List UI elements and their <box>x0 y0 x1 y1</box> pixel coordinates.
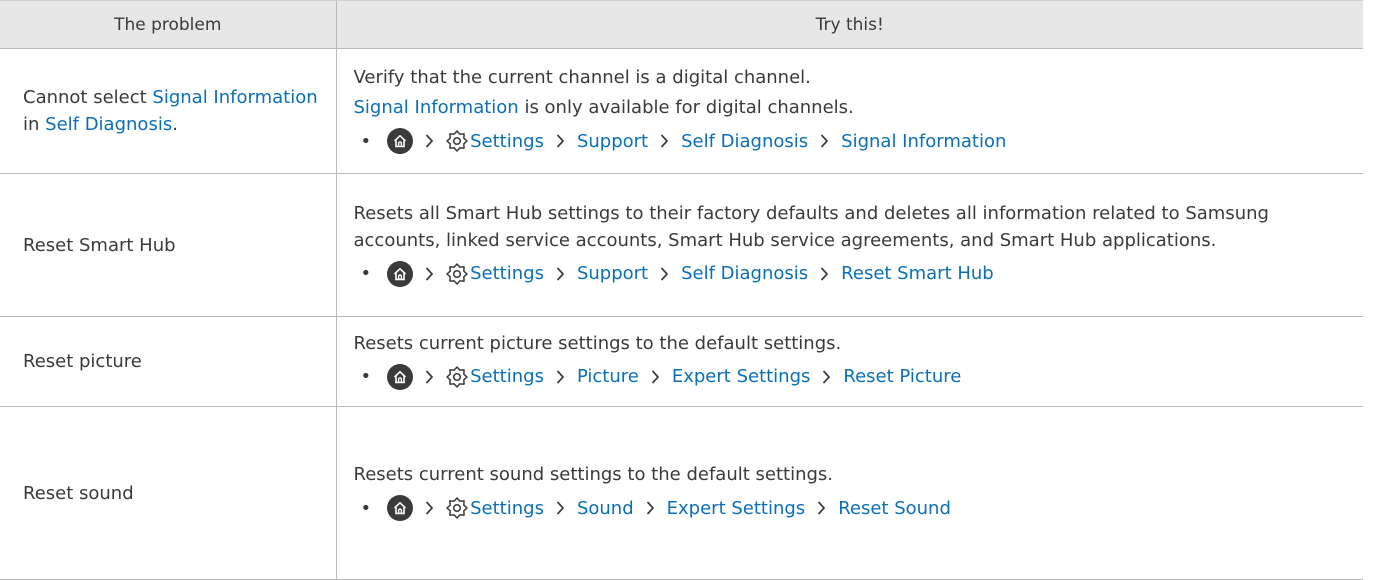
menu-path-item[interactable]: Reset Picture <box>843 363 961 390</box>
settings-gear-icon <box>446 497 468 519</box>
text-segment: Resets current sound settings to the def… <box>353 464 834 485</box>
troubleshooting-table: The problem Try this! Cannot select Sign… <box>0 0 1363 580</box>
home-icon <box>387 495 414 521</box>
header-problem: The problem <box>0 0 336 49</box>
menu-path-item[interactable]: Support <box>577 128 648 155</box>
table-row: Reset picture Resets current picture set… <box>0 316 1363 407</box>
table-row: Reset sound Resets current sound setting… <box>0 406 1363 580</box>
header-solution: Try this! <box>335 0 1363 49</box>
home-icon <box>387 260 414 287</box>
chevron-right-icon <box>556 369 565 385</box>
chevron-right-icon <box>822 369 831 385</box>
solution-text: Resets all Smart Hub settings to their f… <box>354 200 1352 254</box>
menu-link[interactable]: Self Diagnosis <box>45 114 172 135</box>
text-segment: Resets all Smart Hub settings to their f… <box>353 202 1269 251</box>
menu-path: • Settings Support Self Diagnosis Signal Inf… <box>361 124 1352 158</box>
solution-cell: Resets current picture settings to the d… <box>335 316 1363 407</box>
chevron-right-icon <box>425 369 434 385</box>
menu-path: • Settings Picture Expert Settings Reset Pic… <box>361 360 1352 394</box>
menu-path-item[interactable]: Self Diagnosis <box>681 260 808 287</box>
text-segment: . <box>172 114 178 135</box>
menu-path-item[interactable]: Signal Information <box>841 128 1006 155</box>
table-header-row: The problem Try this! <box>0 0 1363 49</box>
menu-path-item[interactable]: Settings <box>470 495 544 522</box>
text-segment: Resets current picture settings to the d… <box>353 332 842 354</box>
menu-path-item[interactable]: Expert Settings <box>672 363 811 390</box>
chevron-right-icon <box>820 266 829 282</box>
menu-link[interactable]: Signal Information <box>152 87 317 108</box>
table-row: Reset Smart Hub Resets all Smart Hub set… <box>0 173 1363 317</box>
chevron-right-icon <box>660 266 669 282</box>
settings-gear-icon <box>446 262 468 285</box>
bullet-icon: • <box>360 497 372 519</box>
solution-cell: Verify that the current channel is a dig… <box>335 48 1363 174</box>
menu-path-item[interactable]: Sound <box>577 495 634 522</box>
bullet-icon: • <box>360 130 372 152</box>
chevron-right-icon <box>556 133 565 149</box>
settings-gear-icon <box>446 130 468 152</box>
solution-text: Resets current picture settings to the d… <box>354 330 1352 357</box>
problem-cell: Reset sound <box>0 406 336 580</box>
chevron-right-icon <box>817 500 826 516</box>
problem-cell: Cannot select Signal Information in Self… <box>0 48 336 174</box>
solution-cell: Resets current sound settings to the def… <box>335 406 1363 580</box>
solution-text: Signal Information is only available for… <box>354 94 1352 121</box>
menu-path-item[interactable]: Reset Sound <box>838 495 951 522</box>
menu-path-item[interactable]: Settings <box>470 260 544 287</box>
settings-gear-icon <box>446 365 468 388</box>
chevron-right-icon <box>651 369 660 385</box>
chevron-right-icon <box>425 500 434 516</box>
text-segment: Cannot select <box>23 87 153 108</box>
solution-cell: Resets all Smart Hub settings to their f… <box>335 173 1363 317</box>
chevron-right-icon <box>556 500 565 516</box>
chevron-right-icon <box>425 133 434 149</box>
bullet-icon: • <box>360 366 372 387</box>
menu-path-item[interactable]: Expert Settings <box>667 495 806 522</box>
chevron-right-icon <box>425 266 434 282</box>
solution-text: Resets current sound settings to the def… <box>354 461 1352 488</box>
chevron-right-icon <box>660 133 669 149</box>
problem-cell: Reset Smart Hub <box>0 173 336 317</box>
menu-link[interactable]: Signal Information <box>354 97 519 118</box>
menu-path-item[interactable]: Self Diagnosis <box>681 128 808 155</box>
table-body: Cannot select Signal Information in Self… <box>0 48 1363 580</box>
text-segment: in <box>23 114 46 135</box>
text-segment: Reset Smart Hub <box>23 234 176 256</box>
menu-path-item[interactable]: Reset Smart Hub <box>841 260 994 287</box>
menu-path: • Settings Support Self Diagnosis Reset Smar… <box>361 257 1352 291</box>
solution-text: Verify that the current channel is a dig… <box>354 64 1352 91</box>
chevron-right-icon <box>556 266 565 282</box>
table-row: Cannot select Signal Information in Self… <box>0 48 1363 174</box>
home-icon <box>387 363 414 390</box>
menu-path-item[interactable]: Settings <box>470 363 544 390</box>
text-segment: Reset sound <box>23 482 134 504</box>
chevron-right-icon <box>646 500 655 516</box>
chevron-right-icon <box>820 133 829 149</box>
text-segment: Reset picture <box>23 351 142 372</box>
home-icon <box>387 128 414 154</box>
text-segment: is only available for digital channels. <box>518 97 854 118</box>
bullet-icon: • <box>360 263 372 284</box>
menu-path-item[interactable]: Settings <box>470 128 544 155</box>
text-segment: Verify that the current channel is a dig… <box>353 67 811 88</box>
menu-path-item[interactable]: Support <box>577 260 648 287</box>
menu-path-item[interactable]: Picture <box>577 363 639 390</box>
menu-path: • Settings Sound Expert Settings Reset Sound <box>361 491 1352 525</box>
problem-cell: Reset picture <box>0 316 336 407</box>
